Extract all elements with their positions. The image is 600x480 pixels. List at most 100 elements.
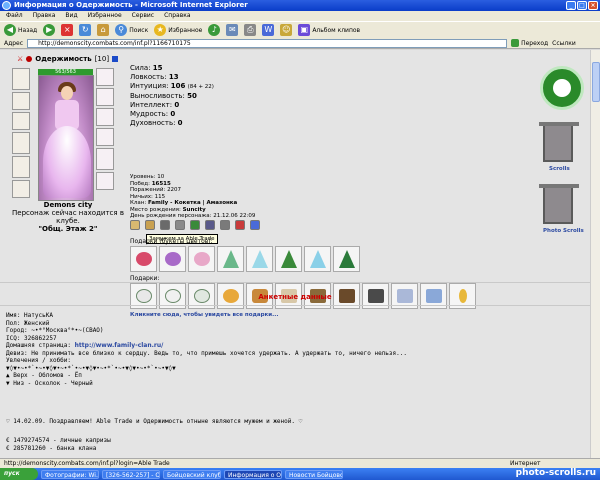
belt-slot[interactable] [12,180,30,198]
close-button[interactable]: × [588,1,598,10]
taskbar-item[interactable]: Бойцовский клуб - Mi... [163,469,221,479]
ring-slot-2[interactable] [96,128,114,146]
address-input[interactable]: http://demonscity.combats.com/inf.pl?116… [27,38,508,48]
combats-logo-icon[interactable] [540,66,584,110]
details-block: Уровень: 10 Побед: 16515 Поражений: 2207… [130,174,255,220]
weapon-slot[interactable] [12,132,30,154]
window-title: Информация о Одержимость - Microsoft Int… [14,1,248,9]
stat-intuition: Интуиция: 106 (84 + 22) [130,82,214,90]
tree-gift[interactable] [275,246,302,272]
money-line-2: € 285781260 - банка клана [6,444,97,452]
album-label: Альбом клипов [312,26,361,34]
bracers-slot[interactable] [96,68,114,86]
menu-file[interactable]: Файл [6,11,23,21]
helmet-slot[interactable] [12,68,30,90]
messenger-icon[interactable]: ☺ [280,24,293,36]
url-text: http://demonscity.combats.com/inf.pl?116… [38,39,191,47]
alignment-icon: ⚔ [17,55,24,63]
menu-view[interactable]: Вид [65,11,77,21]
homepage-link[interactable]: http://www.family-clan.ru/ [75,342,164,349]
watermark: photo-scrolls.ru [515,468,596,478]
print-icon[interactable]: ⎙ [244,24,257,36]
menu-help[interactable]: Справка [164,11,190,21]
bouquet-gift[interactable] [159,246,186,272]
flowers-row [130,246,360,272]
links-button[interactable]: Ссылки [552,40,576,47]
heart-badge-icon[interactable] [235,220,245,230]
taskbar-item[interactable]: Фотографии: Wi... [41,469,99,479]
character-location: Demons city Персонаж сейчас находится в … [8,201,128,233]
scroll-badge-icon[interactable] [130,220,140,230]
toolbar: ◀ Назад ▶ × ↻ ⌂ ⚲ Поиск ★ Избранное ♪ ✉ … [0,21,600,38]
tree-gift[interactable] [333,246,360,272]
forward-button[interactable]: ▶ [43,24,56,36]
window-title-bar: Информация о Одержимость - Microsoft Int… [0,0,600,11]
stats-block: Сила: 15 Ловкость: 13 Интуиция: 106 (84 … [130,64,214,128]
shield-slot[interactable] [96,148,114,170]
menu-favorites[interactable]: Избранное [88,11,122,21]
location-text: Персонаж сейчас находится в клубе. [12,209,124,225]
back-button[interactable]: ◀ Назад [4,24,37,36]
ice-tree-gift[interactable] [246,246,273,272]
shield-badge-icon-1[interactable] [160,220,170,230]
ring-badge-icon[interactable] [145,220,155,230]
bouquet-gift[interactable] [130,246,157,272]
profile-down: ▼ Низ - Осколок - Черный [6,379,93,387]
stat-intellect: Интеллект: 0 [130,101,180,109]
homepage-label: Домашняя страница: [6,342,72,349]
minimize-button[interactable]: _ [566,1,576,10]
taskbar-item[interactable]: [326-562-257] - Окно... [102,469,160,479]
go-label: Переход [521,39,549,47]
gloves-slot[interactable] [96,88,114,106]
back-arrow-icon: ◀ [4,24,16,36]
vertical-scrollbar[interactable] [590,50,600,458]
armor-slot[interactable] [12,156,30,178]
scrolls-banner-icon[interactable] [539,122,579,162]
menu-tools[interactable]: Сервис [132,11,154,21]
shield-badge-icon-4[interactable] [205,220,215,230]
album-button[interactable]: ▣ Альбом клипов [298,24,360,36]
page-content: ⚔ Одержимость [10] 563/563 Demons city П… [0,50,590,458]
amulet-slot[interactable] [12,112,30,130]
stat-agility: Ловкость: 13 [130,73,179,81]
stop-icon[interactable]: × [61,24,74,36]
gem-badge-icon[interactable] [250,220,260,230]
taskbar: пуск Фотографии: Wi... [326-562-257] - О… [0,468,600,480]
shield-badge-icon-3[interactable] [190,220,200,230]
money-line-1: € 1479274574 - личные капризы [6,437,111,444]
home-icon[interactable]: ⌂ [97,24,110,36]
divider [0,305,590,306]
favorites-button[interactable]: ★ Избранное [154,24,202,36]
photo-scrolls-banner-icon[interactable] [539,184,579,224]
scrollbar-thumb[interactable] [592,62,600,102]
refresh-icon[interactable]: ↻ [79,24,92,36]
profile-motto: Девиз: Не принимать все близко к сердцу.… [6,349,407,357]
ring-slot-1[interactable] [96,108,114,126]
bouquet-gift[interactable] [188,246,215,272]
shield-badge-icon-2[interactable] [175,220,185,230]
edit-icon[interactable]: W [262,24,275,36]
start-button[interactable]: пуск [0,468,38,480]
go-button[interactable]: Переход [511,39,548,47]
taskbar-item-active[interactable]: Информация о Одер... [224,469,282,479]
address-label: Адрес [4,39,24,47]
maximize-button[interactable]: □ [577,1,587,10]
detail-birthday: День рождения персонажа: 21.12.06 22:09 [130,213,256,219]
boots-slot[interactable] [96,172,114,190]
tree-gift[interactable] [217,246,244,272]
media-icon[interactable]: ♪ [208,24,221,36]
menu-edit[interactable]: Правка [33,11,56,21]
mail-icon[interactable]: ✉ [226,24,239,36]
character-name: Одержимость [35,55,92,63]
info-icon[interactable] [112,56,119,62]
earrings-slot[interactable] [12,92,30,110]
stat-endurance: Выносливость: 50 [130,92,197,100]
search-button[interactable]: ⚲ Поиск [115,24,148,36]
photo-scrolls-link[interactable]: Photo Scrolls [543,228,584,234]
scrolls-link[interactable]: Scrolls [549,166,570,172]
taskbar-item[interactable]: Новости Бойцовског... [285,469,343,479]
window-controls: _ □ × [566,1,598,10]
shield-badge-icon-5[interactable] [220,220,230,230]
search-label: Поиск [129,26,149,34]
ice-tree-gift[interactable] [304,246,331,272]
